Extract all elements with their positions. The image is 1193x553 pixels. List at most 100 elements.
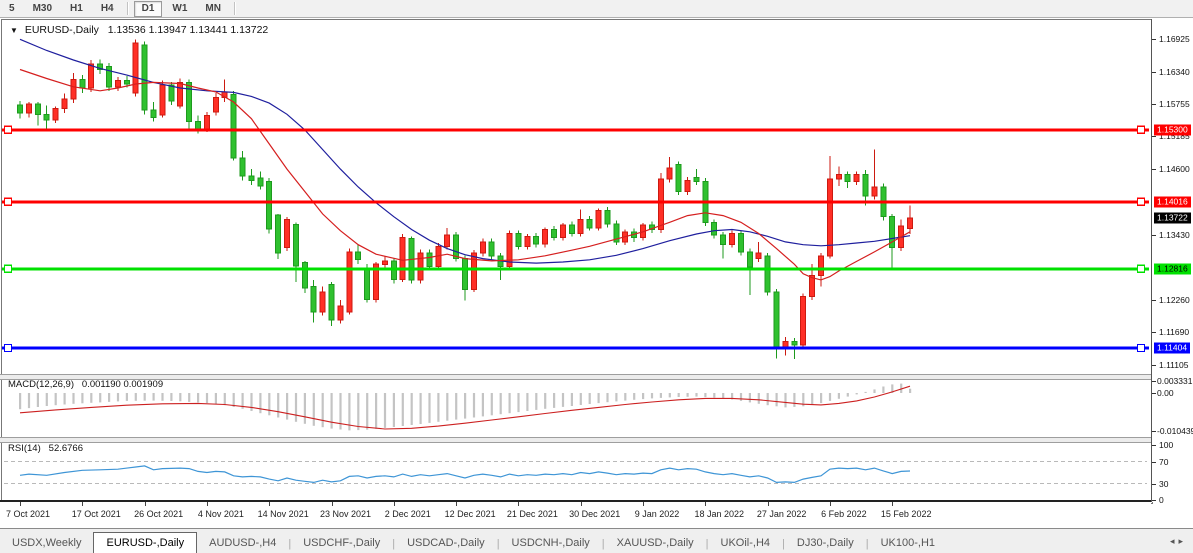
candle-body	[382, 261, 387, 264]
timeframe-button-mn[interactable]: MN	[197, 1, 229, 17]
hline-handle[interactable]	[5, 345, 12, 352]
macd-histogram-bar	[882, 387, 884, 394]
hline-handle[interactable]	[1138, 126, 1145, 133]
date-axis-tick	[830, 502, 831, 506]
date-axis-label: 12 Dec 2021	[445, 509, 496, 519]
tab-uk100-h1[interactable]: UK100-,H1	[869, 534, 947, 553]
chart-symbol-label: EURUSD-,Daily	[25, 24, 99, 36]
macd-histogram-bar	[687, 393, 689, 397]
macd-histogram-bar	[500, 393, 502, 414]
macd-histogram-bar	[295, 393, 297, 422]
macd-histogram-bar	[767, 393, 769, 405]
tab-usdcnh-daily[interactable]: USDCNH-,Daily	[500, 534, 602, 553]
macd-histogram-bar	[526, 393, 528, 411]
line-price-badge: 1.12816	[1154, 263, 1191, 274]
candle-body	[347, 252, 352, 312]
candle-body	[293, 225, 298, 266]
candle-body	[62, 99, 67, 109]
date-axis-label: 6 Feb 2022	[821, 509, 867, 519]
candle-body	[765, 256, 770, 292]
candle-body	[356, 252, 361, 260]
macd-histogram-bar	[108, 393, 110, 402]
rsi-axis-label: 100	[1159, 440, 1173, 450]
macd-histogram-bar	[793, 393, 795, 407]
main-price-chart[interactable]	[0, 19, 1151, 374]
tab-usdcad-daily[interactable]: USDCAD-,Daily	[395, 534, 497, 553]
tab-xauusd-daily[interactable]: XAUUSD-,Daily	[605, 534, 706, 553]
hline-handle[interactable]	[5, 126, 12, 133]
macd-histogram-bar	[322, 393, 324, 427]
candle-body	[53, 109, 58, 120]
candle-body	[605, 211, 610, 224]
hline-resistance-lower[interactable]	[2, 200, 1149, 203]
macd-histogram-bar	[464, 393, 466, 419]
timeframe-button-d1[interactable]: D1	[134, 1, 163, 17]
macd-histogram-bar	[188, 393, 190, 402]
date-axis-tick	[269, 502, 270, 506]
price-axis-label: 1.16340	[1159, 67, 1190, 77]
price-axis-tick	[1152, 332, 1156, 333]
hline-resistance-upper[interactable]	[2, 128, 1149, 131]
timeframe-button-m30[interactable]: M30	[25, 1, 60, 17]
macd-histogram-bar	[46, 393, 48, 406]
candle-body	[80, 80, 85, 88]
macd-histogram-bar	[624, 393, 626, 401]
hline-handle[interactable]	[1138, 345, 1145, 352]
candle-body	[160, 85, 165, 115]
timeframe-button-h1[interactable]: H1	[62, 1, 91, 17]
candle-body	[35, 104, 40, 114]
tab-usdx-weekly[interactable]: USDX,Weekly	[0, 534, 93, 553]
date-axis-label: 15 Feb 2022	[881, 509, 932, 519]
tab-usdchf-daily[interactable]: USDCHF-,Daily	[291, 534, 392, 553]
candle-body	[908, 218, 913, 228]
candle-body	[721, 235, 726, 245]
hline-handle[interactable]	[1138, 198, 1145, 205]
tab-dj30-daily[interactable]: DJ30-,Daily	[785, 534, 866, 553]
date-axis-label: 18 Jan 2022	[695, 509, 745, 519]
candle-body	[196, 122, 201, 129]
date-axis-tick	[145, 502, 146, 506]
hline-support-green[interactable]	[2, 267, 1149, 270]
price-axis[interactable]: 1.169251.163401.157551.151851.146001.134…	[1151, 19, 1193, 502]
rsi-indicator-pane[interactable]	[0, 441, 1151, 500]
price-axis-tick	[1152, 104, 1156, 105]
rsi-axis-label: 0	[1159, 495, 1164, 505]
macd-histogram-bar	[420, 393, 422, 424]
candle-body	[454, 235, 459, 259]
hline-handle[interactable]	[1138, 265, 1145, 272]
timeframe-button-w1[interactable]: W1	[164, 1, 195, 17]
candle-body	[872, 187, 877, 196]
chart-title[interactable]: ▼ EURUSD-,Daily 1.13536 1.13947 1.13441 …	[10, 24, 268, 36]
date-axis[interactable]: 7 Oct 202117 Oct 202126 Oct 20214 Nov 20…	[0, 502, 1151, 528]
candle-body	[124, 81, 129, 84]
hline-handle[interactable]	[5, 265, 12, 272]
macd-histogram-bar	[749, 393, 751, 402]
macd-histogram-bar	[446, 393, 448, 421]
macd-indicator-pane[interactable]	[0, 378, 1151, 437]
macd-histogram-bar	[90, 393, 92, 403]
timeframe-button-5[interactable]: 5	[1, 1, 23, 17]
candle-body	[463, 259, 468, 290]
hline-handle[interactable]	[5, 198, 12, 205]
macd-histogram-bar	[571, 393, 573, 406]
date-axis-tick	[456, 502, 457, 506]
price-axis-tick	[1152, 431, 1156, 432]
rsi-label: RSI(14) 52.6766	[8, 443, 83, 454]
tab-eurusd-daily[interactable]: EURUSD-,Daily	[93, 532, 197, 553]
hline-support-blue[interactable]	[2, 347, 1149, 350]
candle-body	[658, 179, 663, 229]
tab-scroll-right-icon[interactable]: ▸	[1178, 536, 1187, 546]
candle-body	[365, 268, 370, 299]
timeframe-button-h4[interactable]: H4	[93, 1, 122, 17]
tab-ukoil-h4[interactable]: UKOil-,H4	[709, 534, 783, 553]
candle-body	[320, 292, 325, 312]
macd-histogram-bar	[250, 393, 252, 411]
candle-body	[836, 175, 841, 180]
macd-histogram-bar	[598, 393, 600, 403]
ma-slow-line	[20, 39, 910, 263]
date-axis-label: 2 Dec 2021	[385, 509, 431, 519]
macd-histogram-bar	[580, 393, 582, 405]
macd-histogram-bar	[740, 393, 742, 401]
price-axis-tick	[1152, 445, 1156, 446]
tab-audusd-h4[interactable]: AUDUSD-,H4	[197, 534, 288, 553]
